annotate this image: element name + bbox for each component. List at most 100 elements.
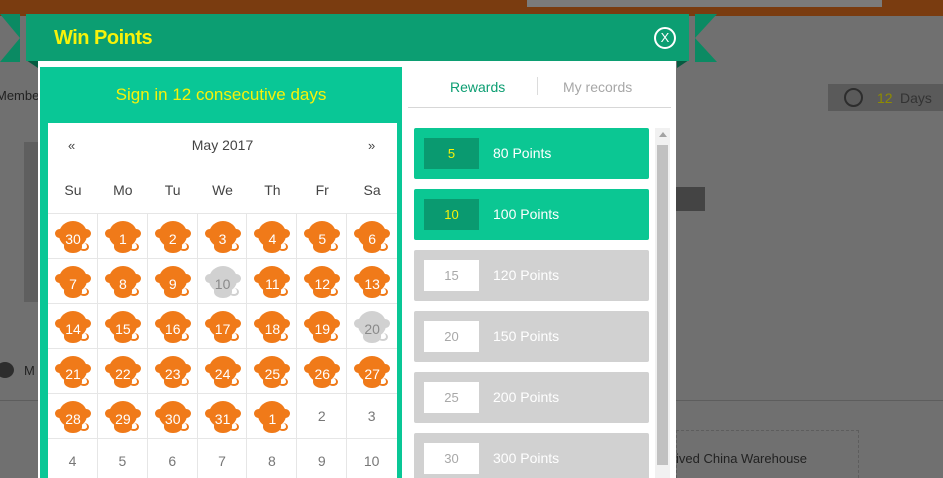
calendar-day[interactable]: 22	[97, 348, 148, 393]
day-number: 18	[264, 321, 281, 337]
calendar-day[interactable]: 17	[197, 303, 248, 348]
weekday-label: Th	[264, 182, 281, 198]
calendar-day[interactable]: 10	[197, 258, 248, 303]
calendar-day[interactable]: 4	[48, 438, 98, 478]
reward-item[interactable]: 15 120 Points	[414, 250, 649, 301]
calendar: « May 2017 » Su Mo Tu We Th Fr Sa 30 1 2 3 4 5 6 7 8 9 1…	[48, 123, 398, 478]
calendar-day[interactable]: 31	[197, 393, 248, 438]
day-number: 15	[115, 321, 131, 337]
calendar-day[interactable]: 12	[297, 258, 348, 303]
win-points-dialog: Sign in 12 consecutive days « May 2017 »…	[38, 61, 676, 478]
day-number: 2	[168, 231, 177, 247]
calendar-day[interactable]: 20	[347, 303, 398, 348]
day-number: 7	[218, 453, 226, 469]
weekday-label: We	[212, 182, 233, 198]
calendar-day[interactable]: 28	[48, 393, 98, 438]
calendar-day[interactable]: 8	[97, 258, 148, 303]
calendar-day[interactable]: 15	[97, 303, 148, 348]
calendar-day[interactable]: 30	[48, 213, 98, 258]
signed-in-monkey-icon: 11	[254, 264, 291, 300]
calendar-day[interactable]: 1	[97, 213, 148, 258]
signed-in-monkey-icon: 31	[204, 399, 241, 435]
weekday-label: Tu	[164, 182, 181, 198]
signed-in-monkey-icon: 1	[104, 219, 141, 255]
calendar-day[interactable]: 2	[297, 393, 348, 438]
calendar-day[interactable]: 14	[48, 303, 98, 348]
calendar-day[interactable]: 29	[97, 393, 148, 438]
day-number: 14	[65, 321, 81, 337]
calendar-day[interactable]: 21	[48, 348, 98, 393]
calendar-day[interactable]: 25	[247, 348, 298, 393]
reward-points-label: 100 Points	[493, 206, 560, 222]
signed-in-monkey-icon: 15	[104, 309, 141, 345]
calendar-day[interactable]: 5	[297, 213, 348, 258]
day-number: 19	[314, 321, 331, 337]
missed-monkey-icon: 20	[354, 309, 391, 345]
calendar-day[interactable]: 4	[247, 213, 298, 258]
day-number: 4	[68, 453, 77, 469]
next-month-button[interactable]: »	[368, 138, 375, 153]
scroll-thumb[interactable]	[657, 145, 668, 465]
calendar-day[interactable]: 6	[147, 438, 198, 478]
calendar-day[interactable]: 3	[347, 393, 398, 438]
calendar-day[interactable]: 19	[297, 303, 348, 348]
signed-in-monkey-icon: 18	[254, 309, 291, 345]
tab-rewards[interactable]: Rewards	[450, 79, 505, 95]
signed-in-monkey-icon: 1	[254, 399, 291, 435]
calendar-day[interactable]: 30	[147, 393, 198, 438]
calendar-day[interactable]: 9	[147, 258, 198, 303]
day-number: 1	[268, 411, 277, 427]
calendar-day[interactable]: 1	[247, 393, 298, 438]
background-member-text: Membe	[0, 88, 40, 103]
day-number: 29	[115, 411, 131, 427]
reward-points-label: 200 Points	[493, 389, 560, 405]
background-days-count: 12	[877, 90, 893, 106]
reward-item[interactable]: 5 80 Points	[414, 128, 649, 179]
calendar-day[interactable]: 24	[197, 348, 248, 393]
day-number: 13	[364, 276, 380, 292]
close-button[interactable]: X	[654, 27, 676, 49]
calendar-day[interactable]: 6	[347, 213, 398, 258]
calendar-day[interactable]: 26	[297, 348, 348, 393]
reward-item[interactable]: 10 100 Points	[414, 189, 649, 240]
calendar-day[interactable]: 9	[297, 438, 348, 478]
calendar-day[interactable]: 11	[247, 258, 298, 303]
rewards-scrollbar[interactable]	[655, 128, 670, 478]
reward-days-badge: 25	[424, 382, 479, 413]
background-search-field	[527, 0, 882, 7]
rewards-list: 5 80 Points 10 100 Points 15 120 Points 20 150 …	[414, 128, 649, 478]
reward-points-label: 80 Points	[493, 145, 552, 161]
day-number: 21	[65, 366, 81, 382]
ribbon-tail-left	[0, 14, 20, 62]
day-number: 8	[118, 276, 127, 292]
calendar-day[interactable]: 7	[197, 438, 248, 478]
calendar-day[interactable]: 27	[347, 348, 398, 393]
tab-my-records[interactable]: My records	[563, 79, 632, 95]
calendar-day[interactable]: 2	[147, 213, 198, 258]
calendar-day[interactable]: 13	[347, 258, 398, 303]
day-number: 10	[363, 453, 380, 469]
scroll-up-arrow-icon[interactable]	[659, 132, 667, 137]
calendar-day[interactable]: 18	[247, 303, 298, 348]
ribbon-tail-right	[695, 14, 717, 62]
calendar-day[interactable]: 8	[247, 438, 298, 478]
reward-item[interactable]: 20 150 Points	[414, 311, 649, 362]
calendar-day[interactable]: 10	[347, 438, 398, 478]
background-bar	[672, 187, 705, 211]
day-number: 20	[364, 321, 380, 337]
dialog-header: Win Points X	[26, 14, 689, 61]
tab-divider	[537, 77, 538, 95]
calendar-day[interactable]: 5	[97, 438, 148, 478]
reward-item[interactable]: 30 300 Points	[414, 433, 649, 478]
calendar-day[interactable]: 7	[48, 258, 98, 303]
day-number: 9	[317, 453, 326, 469]
calendar-day[interactable]: 23	[147, 348, 198, 393]
day-number: 3	[367, 408, 376, 424]
signed-in-monkey-icon: 24	[204, 354, 241, 390]
calendar-day[interactable]: 3	[197, 213, 248, 258]
signed-in-monkey-icon: 6	[354, 219, 391, 255]
reward-item[interactable]: 25 200 Points	[414, 372, 649, 423]
calendar-week-row: 4 5 6 7 8 9 10	[48, 438, 398, 478]
calendar-day[interactable]: 16	[147, 303, 198, 348]
reward-days-badge: 5	[424, 138, 479, 169]
